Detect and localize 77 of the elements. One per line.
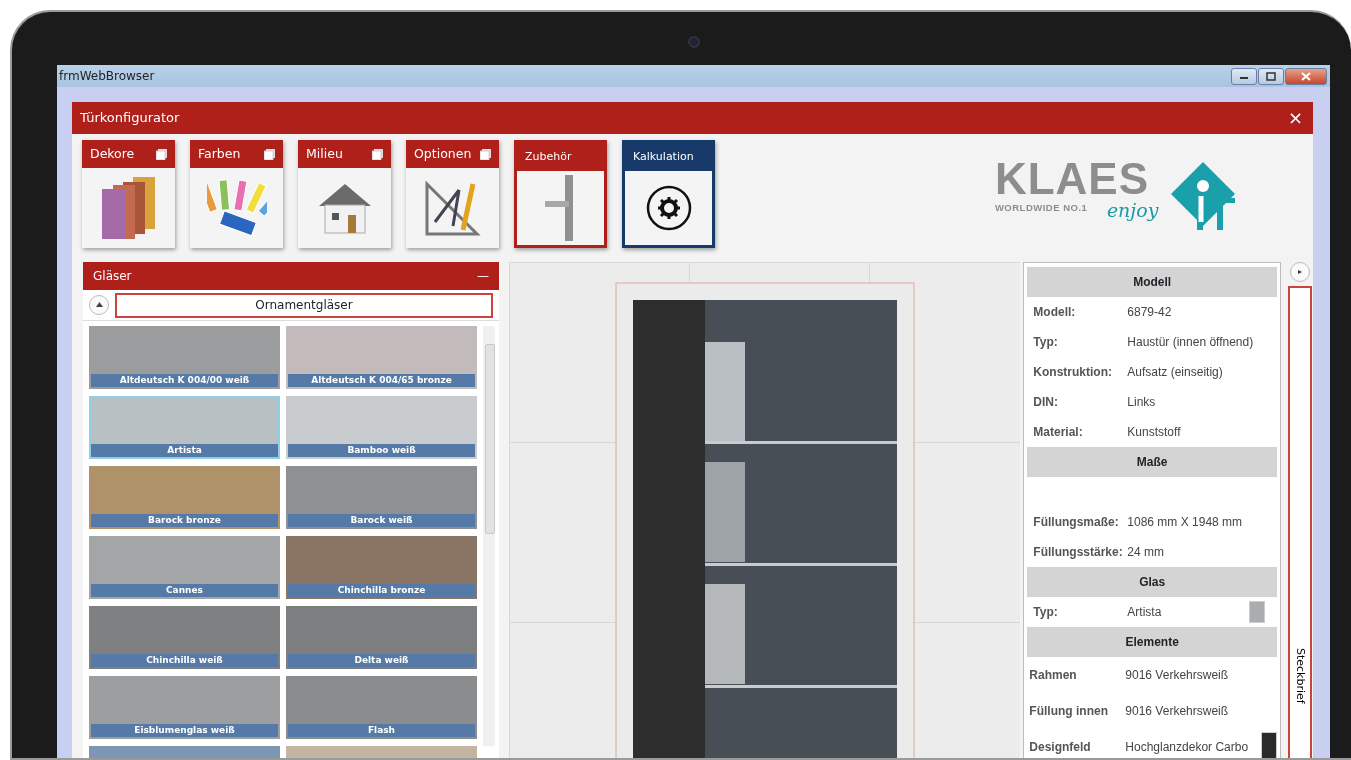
field-label: Typ: [1032,334,1059,351]
module-tile[interactable]: Farben [190,140,283,248]
field-label: Rahmen [1028,667,1078,684]
panel-title: Gläser [93,268,132,285]
minimize-button[interactable] [1231,67,1257,85]
glass-tile[interactable]: Altdeutsch K 004/00 weiß [89,326,280,389]
glass-tile[interactable]: Eisblumenglas weiß [89,676,280,739]
field-label: Material: [1032,424,1084,441]
module-tile[interactable]: Kalkulation [622,140,715,248]
glass-tile[interactable]: Chinchilla weiß [89,606,280,669]
glass-tile[interactable]: Barock weiß [286,466,477,529]
profile-tab[interactable]: Steckbrief [1288,286,1312,758]
stack-icon [264,148,275,160]
logo-tagline: WORLDWIDE NO.1 [994,201,1088,215]
stack-icon [156,148,167,160]
scrollbar[interactable] [483,326,495,746]
module-tile[interactable]: Dekore [82,140,175,248]
tile-label: Kalkulation [633,148,694,165]
tile-label: Farben [198,144,241,163]
expand-button[interactable]: ▸ [1290,262,1310,282]
field-value: Hochglanzdekor Carbo [1125,739,1250,756]
glass-tile[interactable]: Delta weiß [286,606,477,669]
close-button[interactable] [1285,67,1327,85]
field-value: 6879-42 [1127,304,1173,321]
glass-tile[interactable]: Artista [89,396,280,459]
glass-tile[interactable]: Bamboo weiß [286,396,477,459]
field-label: Füllungsmaße: [1032,514,1120,531]
field-value: Kunststoff [1127,424,1182,441]
scroll-up-button[interactable] [89,295,109,315]
camera-icon [688,36,700,48]
field-label: Konstruktion: [1032,364,1113,381]
section-header: Modell [1027,267,1278,297]
field-label: DIN: [1032,394,1059,411]
field-label: Modell: [1032,304,1077,321]
glass-tile[interactable] [89,746,280,758]
field-value: Artista [1127,604,1163,621]
field-value: 9016 Verkehrsweiß [1125,667,1230,684]
glass-tile[interactable]: Flash [286,676,477,739]
glass-tile[interactable]: Chinchilla bronze [286,536,477,599]
section-header: Glas [1027,567,1278,597]
tile-label: Dekore [90,144,135,163]
glass-tile[interactable]: Altdeutsch K 004/65 bronze [286,326,477,389]
field-label: Typ: [1032,604,1059,621]
section-header: Elemente [1027,627,1278,657]
stack-icon [480,148,491,160]
category-field[interactable]: Ornamentgläser [115,292,493,318]
field-value: Haustür (innen öffnend) [1127,334,1255,351]
close-button[interactable]: × [1285,109,1305,127]
settings-icon [644,184,693,232]
field-value: Aufsatz (einseitig) [1127,364,1224,381]
tile-label: Zubehör [525,148,572,165]
stack-icon [372,148,383,160]
field-label: Füllung innen [1028,703,1109,720]
field-value: Links [1127,394,1157,411]
glass-tile[interactable]: Barock bronze [89,466,280,529]
field-label: Designfeld [1028,739,1092,756]
maximize-button[interactable] [1258,67,1284,85]
glass-tile[interactable]: Cannes [89,536,280,599]
dialog-title: Türkonfigurator [80,109,180,128]
glass-tile[interactable] [286,746,477,758]
close-icon [1301,71,1311,81]
collapse-button[interactable]: — [477,270,489,282]
section-header: Maße [1027,447,1278,477]
maximize-icon [1266,71,1276,81]
logo-slogan: enjoy [1106,198,1159,223]
module-tile[interactable]: Optionen [406,140,499,248]
tile-label: Optionen [414,144,472,163]
field-value: 9016 Verkehrsweiß [1125,703,1230,720]
window-title: frmWebBrowser [59,68,155,85]
module-tile[interactable]: Zubehör [514,140,607,248]
field-value: 1086 mm X 1948 mm [1127,514,1244,531]
up-arrow-icon [95,302,103,308]
logo-wordmark: KLAES [994,160,1149,198]
module-tile[interactable]: Milieu [298,140,391,248]
field-value: 24 mm [1127,544,1166,561]
field-label: Füllungsstärke: [1032,544,1124,561]
tile-label: Milieu [306,144,343,163]
